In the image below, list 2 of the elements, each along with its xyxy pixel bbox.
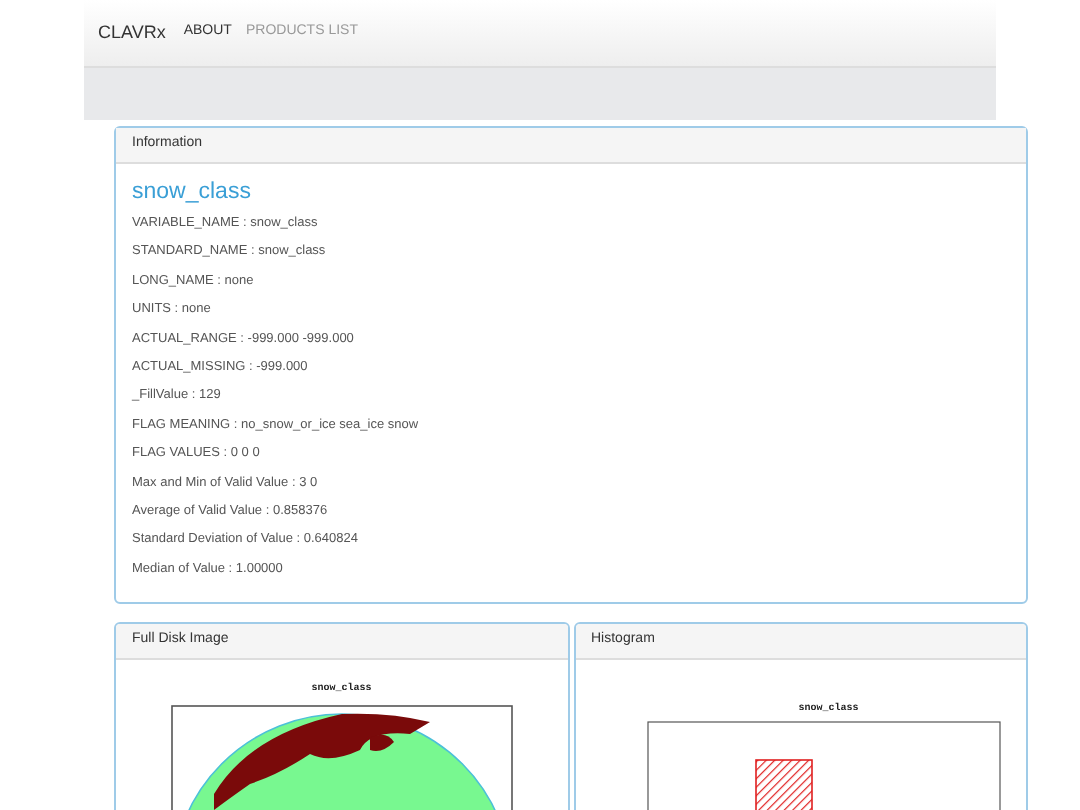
brand-logo[interactable]: CLAVRx [98, 19, 166, 47]
variable-title: snow_class [132, 178, 253, 206]
